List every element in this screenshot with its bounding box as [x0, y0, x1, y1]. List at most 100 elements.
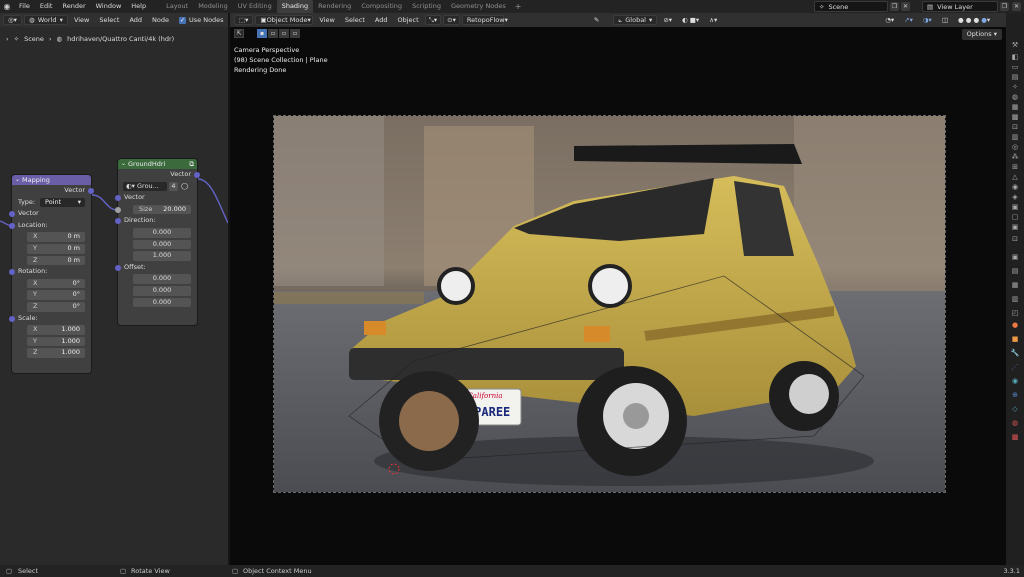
- mapping-scale-y-field[interactable]: Y 1.000: [27, 336, 85, 347]
- tool-tab-icon[interactable]: ▣: [1010, 253, 1020, 261]
- groundhdri-size-socket[interactable]: [115, 206, 121, 213]
- material-icon[interactable]: ◉: [1010, 183, 1020, 191]
- eyedropper-icon[interactable]: ✎: [590, 16, 603, 24]
- texture-tab-icon[interactable]: ▩: [1010, 433, 1020, 441]
- retopoflow-menu[interactable]: RetopoFlow ▾: [461, 15, 508, 25]
- view-layer-tab-icon[interactable]: ◰: [1010, 309, 1020, 317]
- object-data-icon[interactable]: ▣: [1010, 203, 1020, 211]
- cache-icon[interactable]: ⊡: [1010, 123, 1020, 131]
- groundhdri-vector-output-socket[interactable]: [194, 172, 200, 178]
- node-menu-select[interactable]: Select: [95, 16, 123, 24]
- object-data-tab-icon[interactable]: ◇: [1010, 405, 1020, 413]
- header-icon-button[interactable]: ⊙▾: [443, 15, 460, 25]
- editor-type-button[interactable]: ⬚▾: [234, 15, 254, 25]
- groundhdri-node[interactable]: ⌄ GroundHdri ⧉ Vector ◐▾ Grou... 4 ◯ Vec…: [115, 159, 200, 325]
- shading-modes-icon[interactable]: ● ● ● ●▾: [954, 16, 994, 24]
- viewport-menu-view[interactable]: View: [315, 16, 338, 24]
- mapping-location-z-field[interactable]: Z 0 m: [27, 255, 85, 266]
- select-new-icon[interactable]: ▪: [257, 29, 267, 38]
- scene-data-icon[interactable]: ⊡: [1010, 235, 1020, 243]
- header-icon-button[interactable]: ⤡▾: [424, 15, 442, 25]
- menu-file[interactable]: File: [14, 0, 35, 13]
- view-layer-properties-icon[interactable]: ▤: [1010, 73, 1020, 81]
- chevron-down-icon[interactable]: ⌄: [121, 159, 126, 169]
- tab-rendering[interactable]: Rendering: [313, 0, 356, 13]
- tab-uv-editing[interactable]: UV Editing: [233, 0, 277, 13]
- menu-help[interactable]: Help: [126, 0, 151, 13]
- mapping-node[interactable]: ⌄ Mapping Vector Type: Point ▾ Vector Lo…: [9, 175, 94, 373]
- add-workspace-icon[interactable]: +: [511, 2, 526, 11]
- physics-tab-icon[interactable]: ◉: [1010, 377, 1020, 385]
- mapping-rotation-socket[interactable]: [9, 269, 15, 276]
- tab-modeling[interactable]: Modeling: [193, 0, 233, 13]
- snap-icon[interactable]: ⊘▾: [659, 16, 676, 24]
- viewport-menu-select[interactable]: Select: [341, 16, 369, 24]
- mapping-location-y-field[interactable]: Y 0 m: [27, 243, 85, 254]
- output-properties-icon[interactable]: ▭: [1010, 63, 1020, 71]
- transform-orientation-select[interactable]: ⟀ Global ▾: [613, 15, 658, 25]
- xray-icon[interactable]: ◫: [938, 16, 952, 24]
- 3d-viewport[interactable]: ⇱ ▪ ▫ ▫ ▫ Camera Perspective (98) Scene …: [230, 27, 1006, 565]
- select-intersect-icon[interactable]: ▫: [290, 29, 300, 38]
- collection-properties-icon[interactable]: ▦: [1010, 103, 1020, 111]
- offset-x-field[interactable]: 0.000: [133, 274, 191, 284]
- blender-logo-icon[interactable]: ◉: [0, 0, 14, 13]
- direction-x-field[interactable]: 0.000: [133, 227, 191, 238]
- viewport-menu-object[interactable]: Object: [394, 16, 423, 24]
- sequencer-icon[interactable]: ▥: [1010, 133, 1020, 141]
- new-scene-icon[interactable]: ❐: [890, 2, 899, 11]
- scene-selector[interactable]: ✧ Scene: [814, 1, 888, 12]
- tab-scripting[interactable]: Scripting: [407, 0, 446, 13]
- tab-compositing[interactable]: Compositing: [356, 0, 407, 13]
- render-properties-icon[interactable]: ◧: [1010, 53, 1020, 61]
- gizmo-icon[interactable]: ↗▾: [900, 16, 917, 24]
- node-menu-add[interactable]: Add: [125, 16, 146, 24]
- shader-type-select[interactable]: ◍ World ▾: [23, 15, 68, 25]
- options-button[interactable]: Options ▾: [961, 29, 1002, 40]
- output-tab-icon[interactable]: ▥: [1010, 295, 1020, 303]
- tab-shading[interactable]: Shading: [276, 0, 314, 13]
- delete-view-layer-icon[interactable]: ✕: [1012, 2, 1021, 11]
- visibility-icon[interactable]: ◔▾: [881, 16, 898, 24]
- groundhdri-direction-socket[interactable]: [115, 218, 121, 225]
- direction-z-field[interactable]: 1.000: [133, 251, 191, 261]
- chevron-down-icon[interactable]: ⌄: [15, 175, 20, 185]
- direction-y-field[interactable]: 0.000: [133, 239, 191, 250]
- world-properties-icon[interactable]: ◍: [1010, 93, 1020, 101]
- mapping-type-select[interactable]: Point ▾: [40, 197, 85, 208]
- new-view-layer-icon[interactable]: ❐: [1000, 2, 1009, 11]
- mapping-location-socket[interactable]: [9, 222, 15, 229]
- mapping-vector-input-socket[interactable]: [9, 211, 15, 218]
- group-users-count[interactable]: 4: [169, 181, 178, 192]
- texture-properties-icon[interactable]: ▩: [1010, 113, 1020, 121]
- mapping-location-x-field[interactable]: X 0 m: [27, 232, 85, 242]
- cursor-tool-icon[interactable]: ⇱: [234, 29, 244, 38]
- mapping-scale-x-field[interactable]: X 1.000: [27, 325, 85, 335]
- tool-properties-icon[interactable]: ⚒: [1010, 41, 1020, 49]
- viewport-menu-add[interactable]: Add: [371, 16, 392, 24]
- modifier-tab-icon[interactable]: 🔧: [1010, 349, 1020, 357]
- mapping-rotation-y-field[interactable]: Y 0°: [27, 290, 85, 300]
- menu-edit[interactable]: Edit: [35, 0, 58, 13]
- use-nodes-checkbox[interactable]: ✓ Use Nodes: [175, 16, 228, 24]
- object-tab-icon[interactable]: ■: [1010, 335, 1020, 343]
- node-group-icon[interactable]: ⧉: [189, 159, 194, 169]
- lineart-icon[interactable]: ▢: [1010, 213, 1020, 221]
- particles-icon[interactable]: ⁂: [1010, 153, 1020, 161]
- mapping-rotation-z-field[interactable]: Z 0°: [27, 301, 85, 312]
- node-menu-node[interactable]: Node: [148, 16, 173, 24]
- particle-tab-icon[interactable]: ⋰: [1010, 363, 1020, 371]
- select-subtract-icon[interactable]: ▫: [279, 29, 289, 38]
- constraints-icon[interactable]: ⊞: [1010, 163, 1020, 171]
- mapping-node-header[interactable]: ⌄ Mapping: [12, 175, 91, 185]
- render-tab-icon[interactable]: ▦: [1010, 281, 1020, 289]
- misc-icon[interactable]: ▣: [1010, 223, 1020, 231]
- groundhdri-vector-input-socket[interactable]: [115, 195, 121, 202]
- view-tab-icon[interactable]: ▤: [1010, 267, 1020, 275]
- mode-select[interactable]: ▣ Object Mode ▾: [255, 15, 314, 25]
- shader-fx-icon[interactable]: ◈: [1010, 193, 1020, 201]
- node-menu-view[interactable]: View: [70, 16, 93, 24]
- mapping-vector-output-socket[interactable]: [88, 188, 94, 194]
- scene-properties-icon[interactable]: ✧: [1010, 83, 1020, 91]
- falloff-icon[interactable]: ∧▾: [705, 16, 721, 24]
